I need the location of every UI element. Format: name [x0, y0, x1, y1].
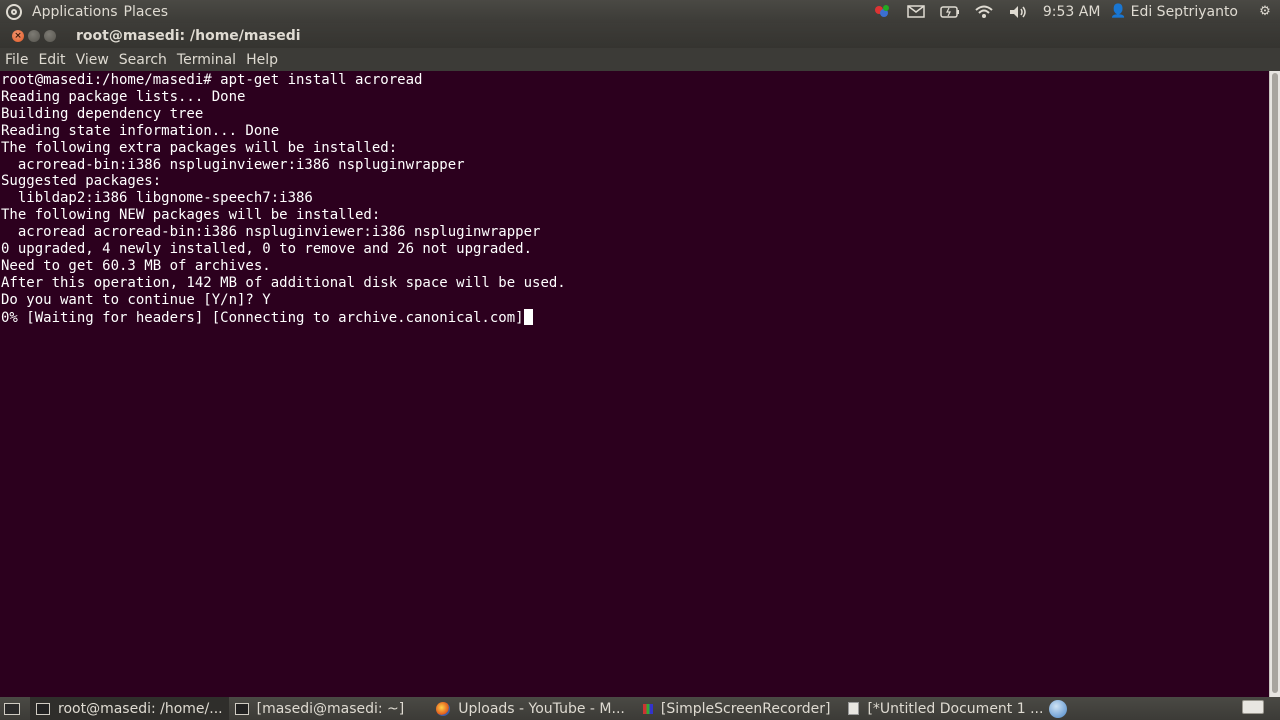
menu-view[interactable]: View	[71, 52, 114, 68]
clock[interactable]: 9:53 AM	[1043, 4, 1101, 20]
terminal-line: The following NEW packages will be insta…	[1, 207, 381, 224]
trash-icon[interactable]	[1242, 700, 1264, 714]
bottom-panel: root@masedi: /home/... [masedi@masedi: ~…	[0, 697, 1280, 720]
terminal-line: acroread-bin:i386 nspluginviewer:i386 ns…	[1, 156, 465, 173]
minimize-button[interactable]	[28, 29, 40, 42]
terminal-line: Do you want to continue [Y/n]? Y	[1, 291, 271, 308]
user-icon: 👤	[1110, 4, 1127, 19]
maximize-button[interactable]	[44, 29, 56, 42]
taskbar-item-screenrecorder[interactable]: [SimpleScreenRecorder]	[637, 697, 837, 720]
taskbar-item-label: [SimpleScreenRecorder]	[660, 700, 831, 717]
menubar: File Edit View Search Terminal Help	[0, 48, 1280, 71]
menu-help[interactable]: Help	[241, 52, 283, 68]
window-titlebar[interactable]: × root@masedi: /home/masedi	[0, 23, 1280, 48]
window-title: root@masedi: /home/masedi	[76, 27, 301, 44]
taskbar-item-gedit[interactable]: [*Untitled Document 1 ...	[842, 697, 1049, 720]
battery-icon[interactable]	[939, 4, 961, 20]
recorder-tray-icon[interactable]	[871, 4, 893, 20]
taskbar-item-label: root@masedi: /home/...	[58, 700, 223, 717]
document-icon	[848, 702, 860, 715]
terminal-line: Suggested packages:	[1, 173, 162, 190]
close-button[interactable]: ×	[12, 29, 24, 42]
gear-icon[interactable]: ⚙	[1254, 4, 1276, 20]
user-name[interactable]: Edi Septriyanto	[1131, 4, 1238, 20]
terminal-line: Reading package lists... Done	[1, 88, 246, 105]
globe-icon[interactable]	[1049, 699, 1068, 718]
terminal-icon	[234, 702, 249, 715]
taskbar-item-firefox[interactable]: Uploads - YouTube - M...	[430, 697, 631, 720]
taskbar-item-label: [*Untitled Document 1 ...	[867, 700, 1044, 717]
taskbar-item-label: Uploads - YouTube - M...	[458, 700, 625, 717]
terminal-line: 0 upgraded, 4 newly installed, 0 to remo…	[1, 241, 533, 258]
menu-edit[interactable]: Edit	[33, 52, 70, 68]
scrollbar-thumb[interactable]	[1272, 73, 1278, 693]
volume-icon[interactable]	[1007, 4, 1029, 20]
terminal-line: Building dependency tree	[1, 105, 204, 122]
taskbar-item-terminal-masedi[interactable]: [masedi@masedi: ~]	[229, 697, 411, 720]
terminal-line: acroread acroread-bin:i386 nspluginviewe…	[1, 224, 541, 241]
taskbar-item-terminal-root[interactable]: root@masedi: /home/...	[30, 697, 229, 720]
terminal-cursor	[523, 308, 533, 325]
ubuntu-logo-icon[interactable]	[6, 3, 22, 20]
menu-search[interactable]: Search	[114, 52, 172, 68]
terminal-line: libldap2:i386 libgnome-speech7:i386	[1, 190, 313, 207]
terminal-line: 0% [Waiting for headers] [Connecting to …	[1, 309, 524, 326]
mail-icon[interactable]	[905, 4, 927, 20]
terminal-line: Reading state information... Done	[1, 122, 280, 139]
firefox-icon	[436, 701, 451, 716]
show-desktop-icon[interactable]	[4, 702, 20, 715]
menu-terminal[interactable]: Terminal	[172, 52, 241, 68]
terminal-line: After this operation, 142 MB of addition…	[1, 274, 566, 291]
scrollbar[interactable]	[1269, 71, 1280, 697]
menu-applications[interactable]: Applications	[29, 4, 121, 20]
terminal-line: The following extra packages will be ins…	[1, 139, 398, 156]
terminal-current-line: 0% [Waiting for headers] [Connecting to …	[1, 308, 1269, 327]
wifi-icon[interactable]	[973, 4, 995, 20]
taskbar-item-label: [masedi@masedi: ~]	[256, 700, 405, 717]
recorder-icon	[642, 703, 653, 714]
top-panel: Applications Places 9:53 AM 👤 Edi Septri…	[0, 0, 1280, 23]
terminal-icon	[36, 702, 50, 715]
terminal-output[interactable]: root@masedi:/home/masedi# apt-get instal…	[0, 71, 1269, 697]
menu-places[interactable]: Places	[121, 4, 172, 20]
terminal-line: Need to get 60.3 MB of archives.	[1, 257, 271, 274]
menu-file[interactable]: File	[0, 52, 33, 68]
terminal-line: root@masedi:/home/masedi# apt-get instal…	[1, 72, 423, 88]
